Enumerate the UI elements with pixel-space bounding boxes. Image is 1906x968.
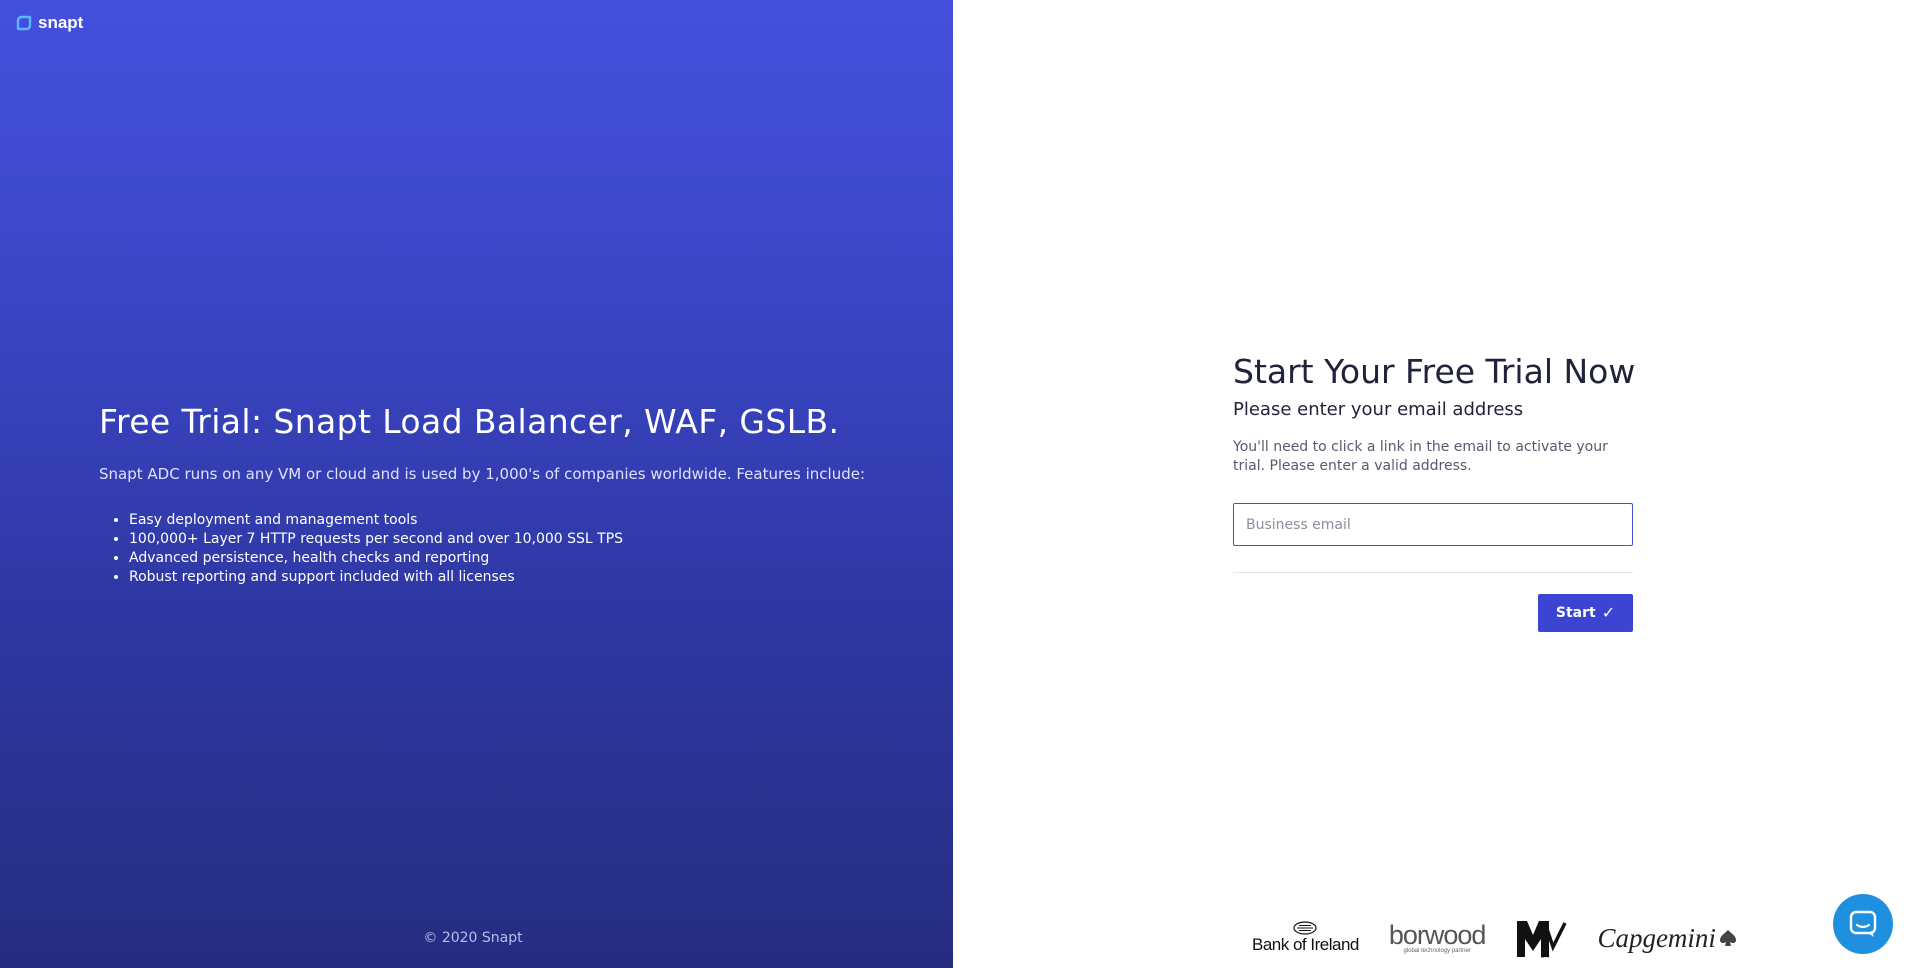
- capgemini-logo: Capgemini: [1597, 923, 1738, 954]
- hero-description: Snapt ADC runs on any VM or cloud and is…: [99, 465, 866, 483]
- snapt-logo-icon: [16, 15, 32, 31]
- start-button[interactable]: Start ✓: [1538, 594, 1633, 632]
- chat-bubble-icon: [1849, 910, 1877, 937]
- borwood-text: borwood: [1388, 920, 1487, 950]
- capgemini-text: Capgemini: [1597, 922, 1716, 953]
- bank-of-ireland-text: Bank of Ireland: [1252, 935, 1359, 954]
- borwood-logo: borwood global technology partner: [1388, 920, 1487, 955]
- hero-panel: snapt Free Trial: Snapt Load Balancer, W…: [0, 0, 953, 968]
- check-icon: ✓: [1601, 603, 1616, 622]
- form-title: Start Your Free Trial Now: [1233, 352, 1636, 391]
- snapt-logo[interactable]: snapt: [14, 13, 83, 33]
- start-button-label: Start: [1555, 605, 1596, 621]
- feature-item: Robust reporting and support included wi…: [129, 568, 623, 587]
- feature-item: Advanced persistence, health checks and …: [129, 549, 623, 568]
- form-divider: [1233, 572, 1633, 573]
- business-email-input[interactable]: [1233, 503, 1633, 546]
- form-subtitle: Please enter your email address: [1233, 399, 1524, 420]
- mtv-text: MTV: [1541, 954, 1550, 959]
- borwood-tagline: global technology partner: [1403, 948, 1471, 954]
- hero-title: Free Trial: Snapt Load Balancer, WAF, GS…: [99, 402, 840, 441]
- client-logos: Bank of Ireland borwood global technolog…: [1252, 916, 1738, 960]
- capgemini-spade-icon: [1719, 930, 1736, 946]
- logo-text: snapt: [38, 13, 84, 32]
- bank-of-ireland-logo: Bank of Ireland: [1252, 921, 1359, 955]
- feature-item: 100,000+ Layer 7 HTTP requests per secon…: [129, 530, 623, 549]
- signup-form: Start Your Free Trial Now Please enter y…: [1233, 352, 1636, 632]
- bank-of-ireland-mark-icon: [1293, 921, 1318, 935]
- copyright: © 2020 Snapt: [423, 930, 523, 946]
- mtv-logo: MTV: [1517, 921, 1568, 959]
- chat-button[interactable]: [1833, 894, 1893, 954]
- feature-list: Easy deployment and management tools 100…: [99, 511, 623, 587]
- feature-item: Easy deployment and management tools: [129, 511, 623, 530]
- form-note: You'll need to click a link in the email…: [1233, 439, 1608, 474]
